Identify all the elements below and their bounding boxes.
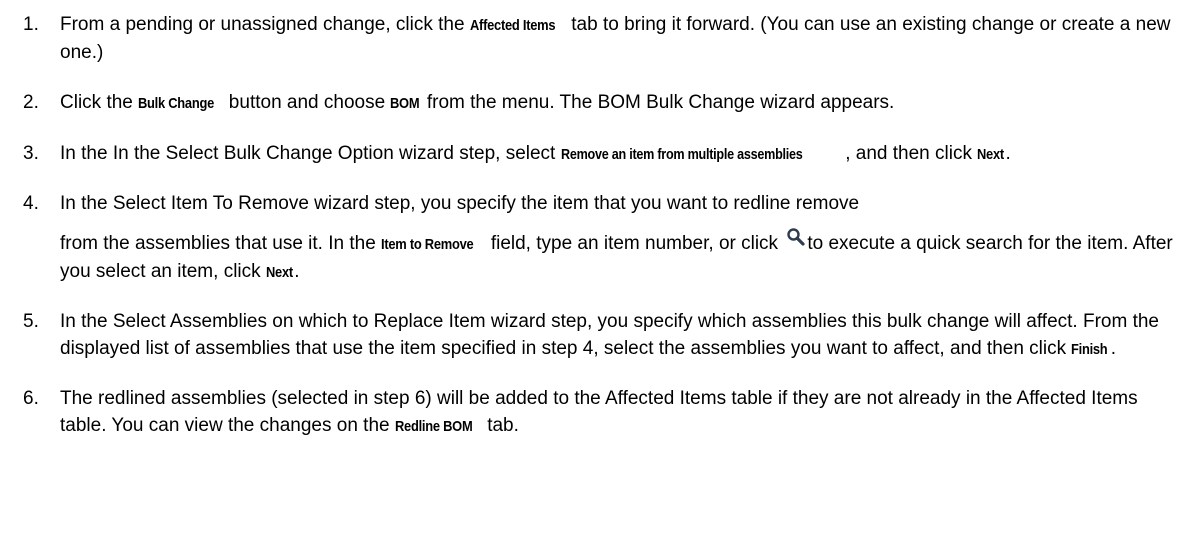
step-number: 3. (23, 143, 39, 164)
ui-term-finish-button: Finish (1071, 341, 1108, 358)
ui-term-affected-items-tab: Affected Items (469, 17, 556, 34)
ui-term-remove-item-option: Remove an item from multiple assemblies (560, 146, 803, 163)
step-text: In the Select Item To Remove wizard step… (60, 193, 860, 214)
step-2: 2. Click the Bulk Change button and choo… (20, 89, 1173, 117)
step-text: from the menu. The BOM Bulk Change wizar… (421, 92, 895, 113)
step-1: 1. From a pending or unassigned change, … (20, 11, 1173, 66)
step-5: 5. In the Select Assemblies on which to … (20, 308, 1173, 363)
ui-term-bom-menu-item: BOM (390, 95, 420, 112)
step-text: In the In the Select Bulk Change Option … (60, 143, 561, 164)
step-text: . (1110, 338, 1117, 359)
search-icon (786, 227, 806, 247)
ui-term-item-to-remove-field: Item to Remove (381, 236, 474, 253)
step-text: field, type an item number, or click (485, 233, 784, 254)
step-text-line: from the assemblies that use it. In the … (60, 227, 1173, 286)
step-number: 4. (23, 193, 39, 214)
step-3: 3. In the In the Select Bulk Change Opti… (20, 140, 1173, 168)
step-text: button and choose (223, 92, 391, 113)
step-number: 6. (23, 388, 39, 409)
step-number: 2. (23, 92, 39, 113)
step-text: tab. (481, 415, 519, 436)
step-text: Click the (60, 92, 139, 113)
ui-term-next-button: Next (977, 146, 1005, 163)
step-number: 1. (23, 14, 39, 35)
ui-term-bulk-change-button: Bulk Change (138, 95, 215, 112)
step-4: 4. In the Select Item To Remove wizard s… (20, 190, 1173, 286)
step-number: 5. (23, 311, 39, 332)
step-6: 6. The redlined assemblies (selected in … (20, 385, 1173, 440)
step-text: . (1005, 143, 1011, 164)
ui-term-redline-bom-tab: Redline BOM (394, 418, 473, 435)
procedure-steps: 1. From a pending or unassigned change, … (20, 11, 1173, 440)
step-text: from the assemblies that use it. In the (60, 233, 382, 254)
ui-term-next-button: Next (265, 264, 293, 281)
step-text: . (294, 261, 300, 282)
step-text: , and then click (845, 143, 978, 164)
document-body: 1. From a pending or unassigned change, … (0, 11, 1193, 535)
step-text: The redlined assemblies (selected in ste… (60, 388, 1138, 436)
step-text: From a pending or unassigned change, cli… (60, 14, 470, 35)
step-text: In the Select Assemblies on which to Rep… (60, 311, 1159, 359)
